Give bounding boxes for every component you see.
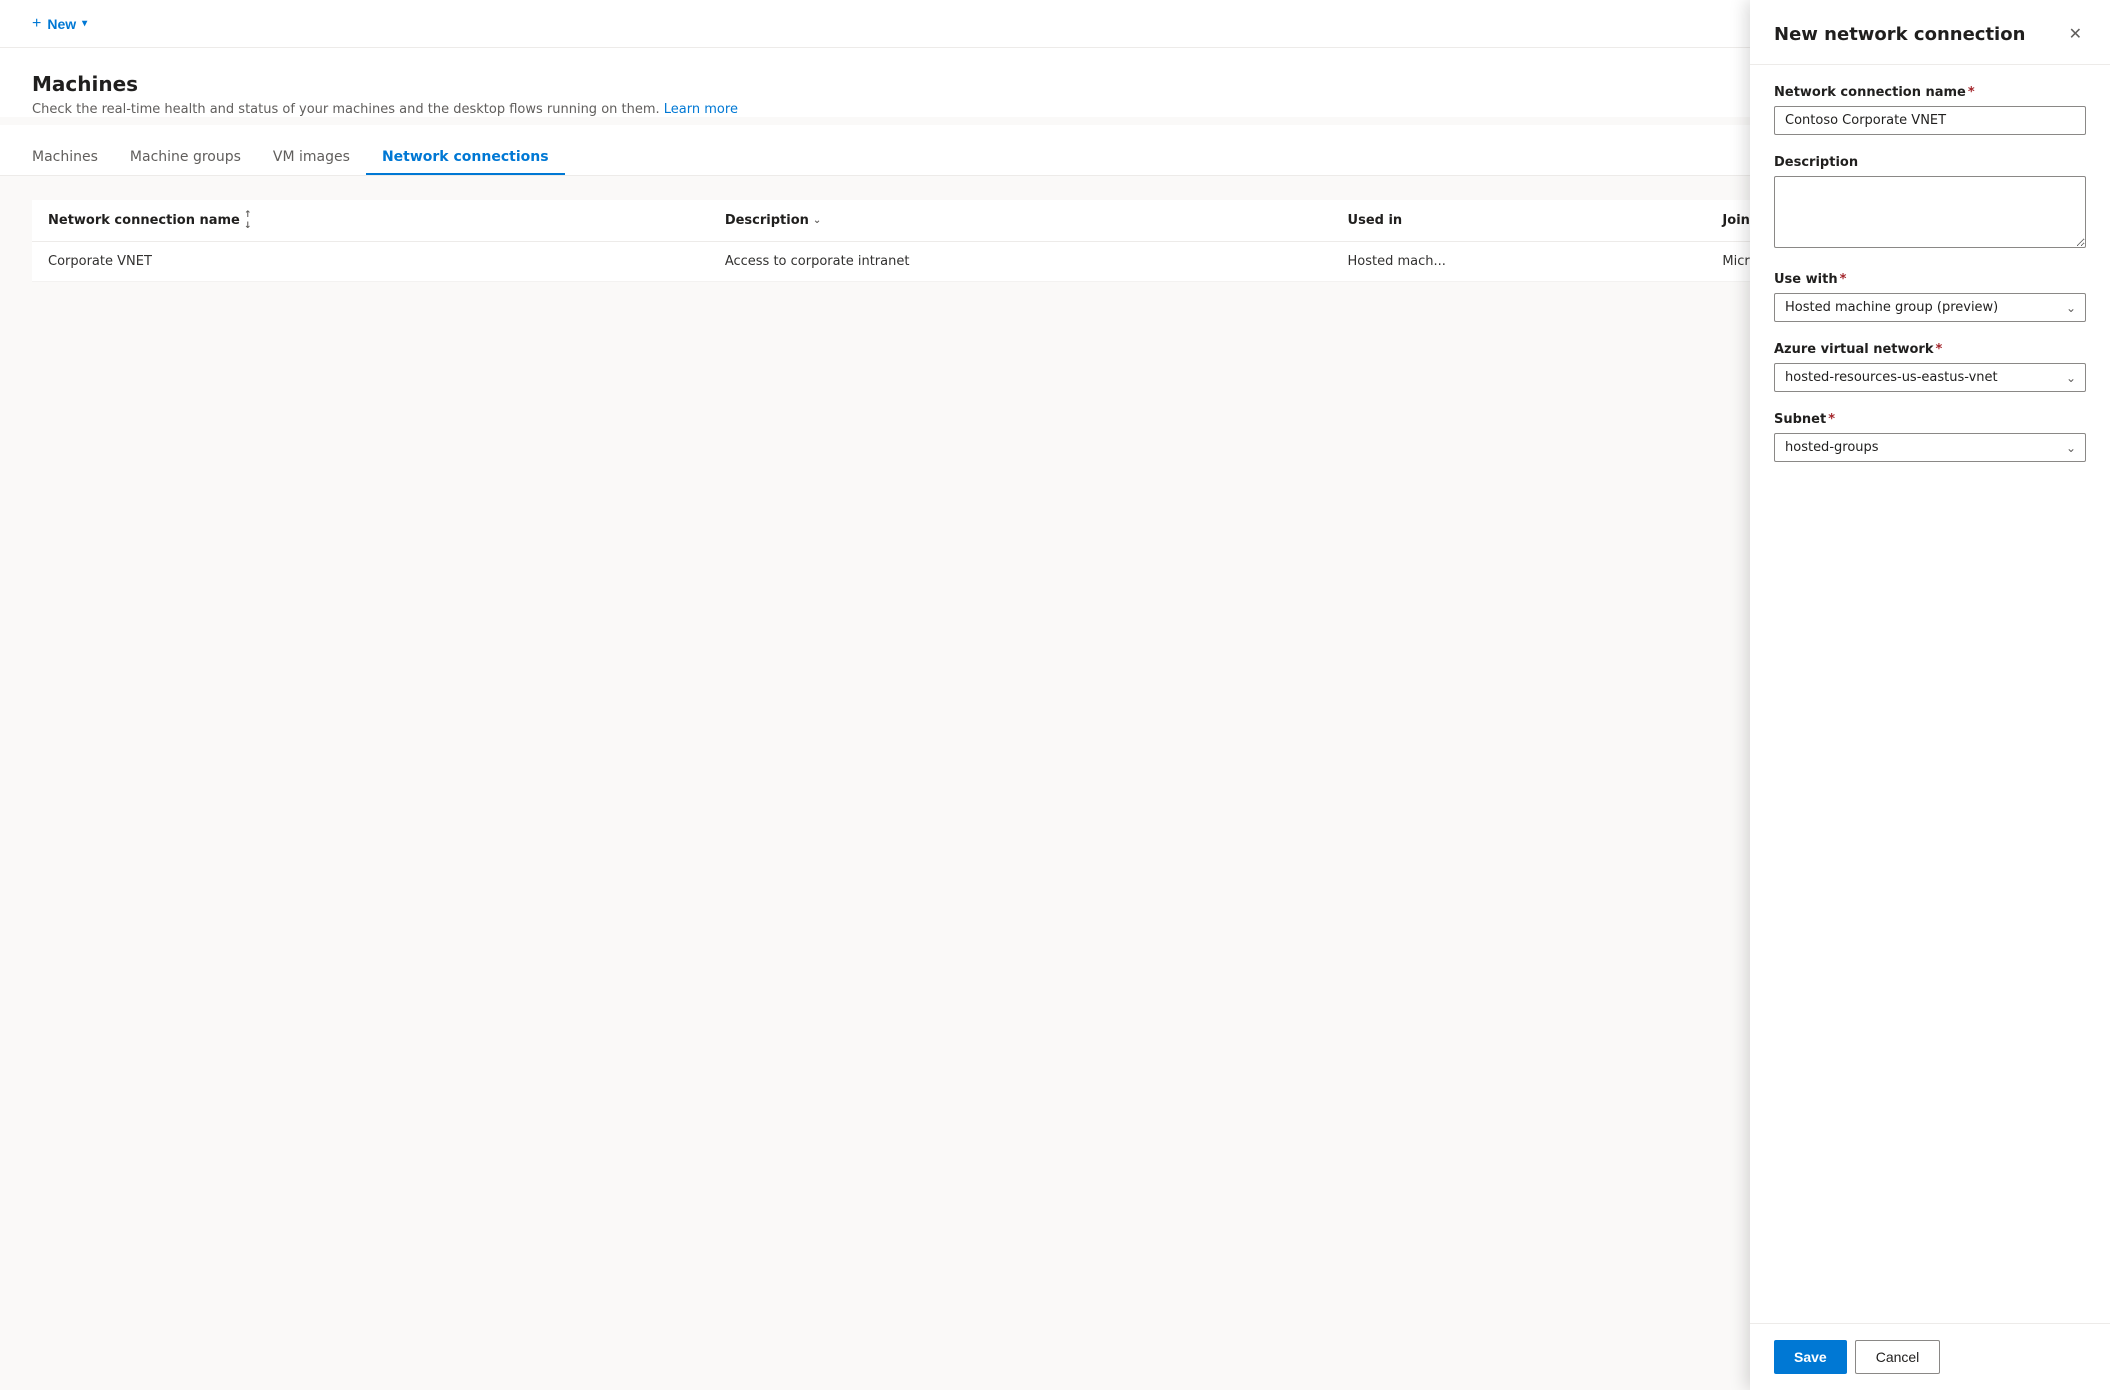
cell-used-in: Hosted mach...: [1332, 242, 1707, 282]
col-header-description: Description ⌄: [709, 200, 1332, 242]
sort-name[interactable]: Network connection name ↑ ↓: [48, 210, 693, 231]
save-button[interactable]: Save: [1774, 1340, 1847, 1374]
cell-description: Access to corporate intranet: [709, 242, 1332, 282]
filter-description[interactable]: Description ⌄: [725, 213, 1316, 228]
close-button[interactable]: ✕: [2065, 20, 2086, 48]
use-with-label: Use with *: [1774, 272, 2086, 287]
description-label: Description: [1774, 155, 2086, 170]
panel-footer: Save Cancel: [1750, 1323, 2110, 1390]
use-with-select-wrapper: Hosted machine group (preview) ⌄: [1774, 293, 2086, 322]
tab-machine-groups[interactable]: Machine groups: [114, 141, 257, 175]
field-connection-name: Network connection name *: [1774, 85, 2086, 135]
side-panel: New network connection ✕ Network connect…: [1750, 0, 2110, 1390]
panel-body: Network connection name * Description Us…: [1750, 65, 2110, 1323]
required-star-vnet: *: [1936, 342, 1943, 357]
learn-more-link[interactable]: Learn more: [664, 102, 738, 117]
subnet-label: Subnet *: [1774, 412, 2086, 427]
azure-vnet-select[interactable]: hosted-resources-us-eastus-vnet: [1774, 363, 2086, 392]
tab-vm-images[interactable]: VM images: [257, 141, 366, 175]
filter-icon: ⌄: [813, 215, 821, 226]
required-star-use-with: *: [1840, 272, 1847, 287]
new-button-label: New: [47, 16, 76, 32]
close-icon: ✕: [2069, 24, 2082, 44]
use-with-select[interactable]: Hosted machine group (preview): [1774, 293, 2086, 322]
field-subnet: Subnet * hosted-groups ⌄: [1774, 412, 2086, 462]
cell-name: Corporate VNET: [32, 242, 709, 282]
tab-network-connections[interactable]: Network connections: [366, 141, 565, 175]
plus-icon: +: [32, 15, 41, 33]
required-star-subnet: *: [1828, 412, 1835, 427]
azure-vnet-label: Azure virtual network *: [1774, 342, 2086, 357]
col-header-name: Network connection name ↑ ↓: [32, 200, 709, 242]
field-azure-vnet: Azure virtual network * hosted-resources…: [1774, 342, 2086, 392]
panel-title: New network connection: [1774, 24, 2025, 45]
description-textarea[interactable]: [1774, 176, 2086, 248]
app-container: + New ▾ Machines Check the real-time hea…: [0, 0, 2110, 1390]
chevron-down-icon: ▾: [82, 18, 87, 29]
field-description: Description: [1774, 155, 2086, 252]
subnet-select[interactable]: hosted-groups: [1774, 433, 2086, 462]
connection-name-label: Network connection name *: [1774, 85, 2086, 100]
new-button[interactable]: + New ▾: [24, 9, 95, 39]
field-use-with: Use with * Hosted machine group (preview…: [1774, 272, 2086, 322]
sort-icons-name: ↑ ↓: [244, 210, 252, 231]
tab-machines[interactable]: Machines: [32, 141, 114, 175]
cancel-button[interactable]: Cancel: [1855, 1340, 1941, 1374]
connection-name-input[interactable]: [1774, 106, 2086, 135]
subnet-select-wrapper: hosted-groups ⌄: [1774, 433, 2086, 462]
required-star-name: *: [1968, 85, 1975, 100]
azure-vnet-select-wrapper: hosted-resources-us-eastus-vnet ⌄: [1774, 363, 2086, 392]
panel-header: New network connection ✕: [1750, 0, 2110, 65]
col-header-used-in: Used in: [1332, 200, 1707, 242]
